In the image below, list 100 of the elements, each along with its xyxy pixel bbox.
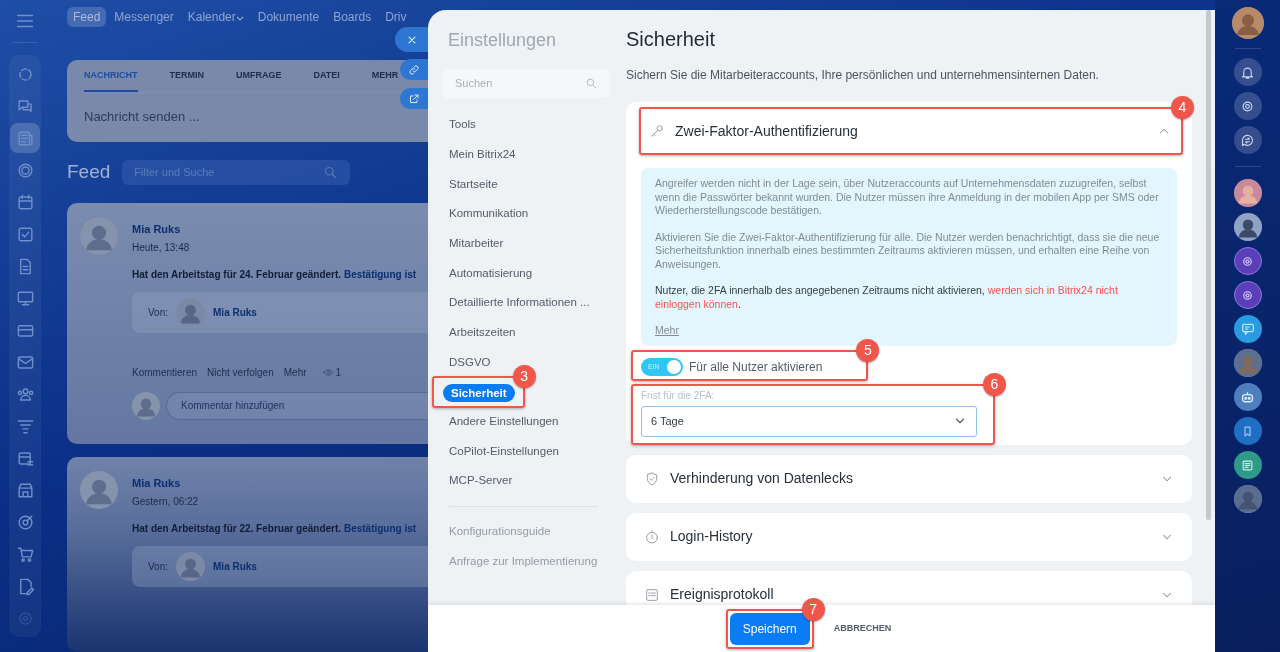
close-button[interactable] [395,27,428,52]
shop-icon [15,480,35,500]
deadline-select[interactable]: 6 Tage [641,405,977,437]
bell-icon[interactable] [1240,64,1255,80]
settings-link[interactable]: Konfigurationsguide [449,523,551,541]
top-nav-item[interactable]: Boards [327,7,378,27]
warning-text: Nutzer, die 2FA innerhalb des angegebenen Zeitraums nicht aktivieren, werden sich in Bitrix24 nicht einloggen können. [655,284,1119,311]
settings-title: Einstellungen [448,29,558,52]
ring-icon [15,160,35,180]
field-label: Frist für die 2FA: [641,388,716,403]
composer-tab[interactable]: NACHRICHT [84,68,138,92]
search-icon [585,77,598,90]
composer-tab[interactable]: UMFRAGE [236,68,282,92]
external-link-icon [408,92,420,105]
settings-nav-item[interactable]: Detaillierte Informationen ... [449,294,590,312]
composer-tab[interactable]: TERMIN [169,68,204,92]
copy-link-button[interactable] [400,59,428,80]
post-time: Gestern, 06:22 [132,494,200,509]
avatar [132,391,160,420]
top-nav-item[interactable]: Dokumente [251,7,326,27]
step-badge: 3 [512,365,536,389]
avatar [1231,7,1264,39]
cancel-button[interactable]: ABBRECHEN [827,620,898,637]
settings-nav-item[interactable]: Mitarbeiter [449,234,504,253]
top-nav-item[interactable]: Messenger [108,7,180,27]
from-label: Von: [148,559,169,574]
shield-icon [644,470,660,487]
section-header[interactable]: Login-History [626,512,1192,561]
top-nav-item[interactable]: Kalender [181,7,250,27]
nav-rail-item[interactable] [10,123,40,153]
avatar [1233,179,1262,207]
settings-nav-item[interactable]: Kommunikation [449,205,529,223]
eye-icon [322,366,334,378]
key-icon [649,123,665,139]
author-name[interactable]: Mia Ruks [132,475,428,492]
swirl-icon[interactable] [1240,98,1255,114]
save-button[interactable]: Speichern [729,612,810,645]
avatar [1233,213,1262,241]
link-icon [408,63,420,76]
settings-nav-item[interactable]: Sicherheit [443,384,515,403]
composer-tab[interactable]: MEHR [371,68,399,92]
settings-nav-item[interactable]: MCP-Server [449,472,513,490]
scrollbar[interactable] [1206,10,1211,520]
settings-nav-item[interactable]: Mein Bitrix24 [449,145,516,164]
post-time: Heute, 13:48 [132,240,191,255]
timer-icon [644,528,660,545]
search-icon [323,165,339,180]
info-text: Angreifer werden nicht in der Lage sein, über Nutzeraccounts auf Unternehmensdaten zuzugreifen, selbst wenn die Passwörter bekannt wurden. Die Nutzer müssen ihre Anmeldung in der mobilen App per SMS oder Wiederherstellungscode bestätigen. [655,177,1160,218]
settings-nav-item[interactable]: DSGVO [449,353,491,371]
step-badge: 4 [1171,96,1194,119]
avatar [80,471,118,509]
author-name[interactable]: Mia Ruks [132,221,428,238]
post-text: Hat den Arbeitstag für 22. Februar geändert. Bestätigung ist [132,521,418,536]
settings-nav-item[interactable]: Arbeitszeiten [449,324,516,342]
page-subtitle: Sichern Sie die Mitarbeiteraccounts, Ihre persönlichen und unternehmensinternen Daten. [626,67,1100,84]
open-new-window-button[interactable] [400,88,428,109]
list-icon [644,586,660,603]
from-label: Von: [148,305,169,320]
post-text: Hat den Arbeitstag für 24. Februar geändert. Bestätigung ist [132,267,418,282]
checkbox-icon [15,224,35,244]
feed-title: Feed [67,160,111,185]
confirmation-link[interactable]: Bestätigung ist [343,522,417,534]
target-icon [15,512,35,532]
more-link[interactable]: Mehr [655,324,679,336]
calendar-icon [15,192,35,212]
newspaper-icon [15,128,35,148]
settings-nav-item[interactable]: CoPilot-Einstellungen [449,442,559,461]
presentation-icon [15,288,35,308]
post-action[interactable]: Mehr [283,364,307,380]
info-text: Aktivieren Sie die Zwei-Faktor-Authentifizierung für alle. Die Nutzer werden benachrichtigt, dass sie die neue Sicherheitsfunktion innerhalb eines bestimmten Zeitraums aktivieren müssen, und erhalten eine Reihe von Anweisungen. [655,230,1161,271]
step-badge: 6 [983,372,1006,396]
cart-icon [15,544,35,564]
newspaper-icon[interactable] [1240,457,1255,473]
toggle-label: Für alle Nutzer aktivieren [689,358,823,376]
settings-nav-item[interactable]: Andere Einstellungen [449,413,559,431]
post-action[interactable]: Kommentieren [132,364,198,380]
composer-tab[interactable]: DATEI [313,68,340,92]
post-action[interactable]: Nicht verfolgen [207,364,274,380]
from-name[interactable]: Mia Ruks [213,304,257,320]
view-count: 1 [335,365,342,380]
section-header[interactable]: Zwei-Faktor-Authentifizierung [641,109,1181,153]
chat-swap-icon[interactable] [1240,132,1255,148]
top-nav-item[interactable]: Feed [67,7,107,27]
settings-nav-item[interactable]: Automatisierung [449,264,533,282]
comment-field[interactable]: Kommentar hinzufügen [166,391,428,420]
avatar [1233,349,1262,377]
settings-nav-item[interactable]: Tools [449,116,476,134]
avatar [80,217,118,255]
settings-link[interactable]: Anfrage zur Implementierung [449,553,598,571]
message-field[interactable]: Nachricht senden ... [84,107,428,127]
avatar [1233,485,1262,513]
search-field[interactable]: Suchen [443,69,610,98]
top-nav-item[interactable]: Driv [379,7,413,27]
chat-icon[interactable] [1239,321,1256,337]
page-title: Sicherheit [626,27,716,51]
section-header[interactable]: Verhinderung von Datenlecks [626,454,1192,503]
settings-nav-item[interactable]: Startseite [449,175,498,193]
from-name[interactable]: Mia Ruks [213,558,257,574]
section-header[interactable]: Ereignisprotokoll [626,570,1192,605]
confirmation-link[interactable]: Bestätigung ist [343,268,417,280]
